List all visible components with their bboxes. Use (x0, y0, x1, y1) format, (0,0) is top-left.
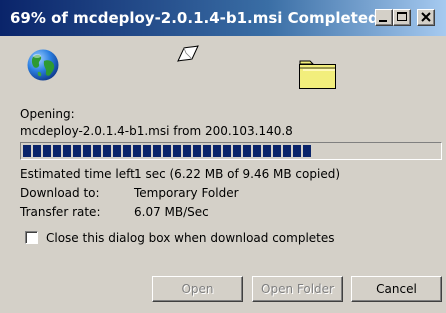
opening-label: Opening: (20, 107, 75, 121)
time-left-value: 1 sec (6.22 MB of 9.46 MB copied) (134, 167, 340, 181)
file-source-line: mcdeploy-2.0.1.4-b1.msi from 200.103.140… (20, 124, 293, 138)
maximize-button[interactable] (393, 9, 411, 26)
time-left-label: Estimated time left (20, 167, 135, 181)
cancel-button[interactable]: Cancel (351, 276, 442, 302)
open-button[interactable]: Open (152, 276, 243, 302)
window-title: 69% of mcdeploy-2.0.1.4-b1.msi Completed (10, 9, 379, 27)
maximize-icon (397, 12, 407, 21)
folder-icon (299, 60, 336, 89)
minimize-button[interactable] (375, 9, 393, 26)
globe-icon (27, 49, 59, 81)
download-dialog: 69% of mcdeploy-2.0.1.4-b1.msi Completed (0, 0, 446, 313)
open-folder-button[interactable]: Open Folder (252, 276, 343, 302)
close-on-complete-label[interactable]: Close this dialog box when download comp… (46, 231, 335, 245)
progress-fill (23, 145, 311, 157)
flying-paper-icon (177, 45, 199, 62)
close-button[interactable] (417, 9, 435, 26)
minimize-icon (379, 20, 387, 22)
close-icon (421, 12, 431, 22)
title-bar[interactable]: 69% of mcdeploy-2.0.1.4-b1.msi Completed (0, 0, 446, 36)
download-to-value: Temporary Folder (134, 186, 239, 200)
progress-bar (20, 142, 442, 160)
close-on-complete-checkbox[interactable] (25, 231, 38, 244)
transfer-rate-value: 6.07 MB/Sec (134, 205, 209, 219)
transfer-rate-label: Transfer rate: (20, 205, 101, 219)
download-to-label: Download to: (20, 186, 100, 200)
